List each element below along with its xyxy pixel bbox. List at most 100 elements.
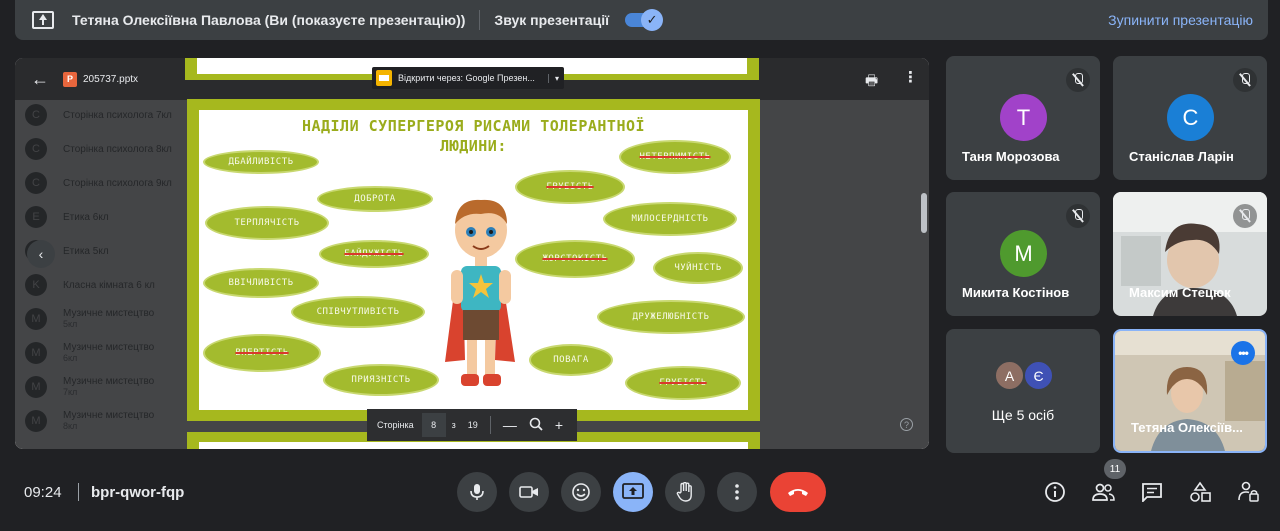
more-options-icon[interactable]: ⋮ xyxy=(903,68,918,86)
hero-arm-right xyxy=(499,270,511,304)
print-icon[interactable]: 🖶 xyxy=(865,70,878,94)
meet-window: Тетяна Олексіївна Павлова (Ви (показуєте… xyxy=(0,0,1280,531)
mic-off-icon xyxy=(1066,68,1090,92)
trait-label: ТЕРПЛЯЧІСТЬ xyxy=(234,218,300,228)
trait-bubble: СПІВЧУТЛИВІСТЬ xyxy=(291,296,425,328)
leave-call-button[interactable] xyxy=(770,472,826,512)
trait-label: ГРУБІСТЬ xyxy=(546,182,594,192)
more-avatars: A Є xyxy=(994,360,1054,391)
mic-off-icon xyxy=(1233,68,1257,92)
file-name: 205737.pptx xyxy=(83,73,139,85)
avatar: С xyxy=(1167,94,1214,141)
mic-off-icon xyxy=(1233,204,1257,228)
zoom-in-icon[interactable]: + xyxy=(555,417,563,433)
participant-name: Тетяна Олексіїв... xyxy=(1131,420,1243,435)
presentation-sound-label: Звук презентації xyxy=(494,12,610,28)
trait-label: ГРУБІСТЬ xyxy=(659,378,707,388)
trait-bubble: ЧУЙНІСТЬ xyxy=(653,252,743,284)
stop-presenting-button[interactable]: Зупинити презентацію xyxy=(1108,12,1253,28)
shapes-icon xyxy=(1190,481,1211,502)
trait-label: МИЛОСЕРДНІСТЬ xyxy=(631,214,709,224)
emoji-button[interactable] xyxy=(561,472,601,512)
meeting-details-button[interactable] xyxy=(1040,477,1070,507)
trait-bubble: ВВІЧЛИВІСТЬ xyxy=(203,268,319,298)
trait-label: ЖОРСТОКІСТЬ xyxy=(542,254,608,264)
hero-leg-left xyxy=(467,340,477,378)
meeting-code: bpr-qwor-fqp xyxy=(91,484,185,501)
microphone-icon xyxy=(470,484,484,500)
bottom-divider xyxy=(78,483,79,501)
host-controls-button[interactable] xyxy=(1234,477,1264,507)
participant-name: Микита Костінов xyxy=(962,285,1070,300)
trait-label: ДРУЖЕЛЮБНІСТЬ xyxy=(632,312,710,322)
trait-label: ЧУЙНІСТЬ xyxy=(674,263,722,273)
pager-divider xyxy=(489,416,491,434)
bottom-bar: 09:24 bpr-qwor-fqp 11 xyxy=(0,455,1280,531)
presentation-sound-toggle[interactable]: ✓ xyxy=(625,9,664,31)
mic-off-icon xyxy=(1066,204,1090,228)
participant-name: Станіслав Ларін xyxy=(1129,149,1234,164)
current-slide: НАДІЛИ СУПЕРГЕРОЯ РИСАМИ ТОЛЕРАНТНОЇ ЛЮД… xyxy=(187,99,760,421)
trait-label: ПРИЯЗНІСТЬ xyxy=(351,375,411,385)
trait-bubble: ДБАЙЛИВІСТЬ xyxy=(203,150,319,174)
hero-leg-right xyxy=(485,340,495,378)
microphone-button[interactable] xyxy=(457,472,497,512)
participant-tile[interactable]: С Станіслав Ларін xyxy=(1113,56,1267,180)
help-icon[interactable]: ? xyxy=(900,418,913,431)
more-participants-tile[interactable]: A Є Ще 5 осіб xyxy=(946,329,1100,453)
banner-divider xyxy=(479,10,481,30)
open-with-button[interactable]: Відкрити через: Google Презен... ▾ xyxy=(372,67,564,89)
page-controls: Сторінка 8 з 19 — + xyxy=(367,409,577,441)
back-arrow-icon[interactable]: ← xyxy=(31,69,49,90)
trait-label: ВВІЧЛИВІСТЬ xyxy=(228,278,294,288)
participant-tile[interactable]: T Таня Морозова xyxy=(946,56,1100,180)
present-now-button[interactable] xyxy=(613,472,653,512)
info-icon xyxy=(1045,482,1065,502)
hero-pupil-right xyxy=(489,230,493,234)
trait-bubble: ПОВАГА xyxy=(529,344,613,376)
presentation-stage: CСторінка психолога 7клCСторінка психоло… xyxy=(15,58,929,449)
participant-name: Таня Морозова xyxy=(962,149,1060,164)
page-total: 19 xyxy=(467,420,478,430)
trait-label: СПІВЧУТЛИВІСТЬ xyxy=(316,307,400,317)
check-icon: ✓ xyxy=(641,9,664,31)
participants-button[interactable] xyxy=(1088,477,1118,507)
raise-hand-button[interactable] xyxy=(665,472,705,512)
hero-boot-right xyxy=(483,374,501,386)
participants-count-badge: 11 xyxy=(1104,459,1126,479)
hero-arm-left xyxy=(451,270,463,304)
camera-button[interactable] xyxy=(509,472,549,512)
presenting-title: Тетяна Олексіївна Павлова (Ви (показуєте… xyxy=(72,12,466,28)
trait-bubble: ВПЕРТІСТЬ xyxy=(203,334,321,372)
zoom-out-icon[interactable]: — xyxy=(503,417,517,433)
scrollbar-thumb[interactable] xyxy=(921,193,927,233)
chevron-down-icon[interactable]: ▾ xyxy=(547,73,559,83)
avatar: Є xyxy=(1023,360,1054,391)
self-tile[interactable]: ••• Тетяна Олексіїв... xyxy=(1113,329,1267,453)
people-icon xyxy=(1092,483,1115,501)
activities-button[interactable] xyxy=(1185,477,1215,507)
chat-button[interactable] xyxy=(1137,477,1167,507)
more-options-button[interactable]: ••• xyxy=(1231,341,1255,365)
slide-title-line-1: НАДІЛИ СУПЕРГЕРОЯ РИСАМИ ТОЛЕРАНТНОЇ xyxy=(301,117,646,135)
participant-tile[interactable]: Максим Стецюк xyxy=(1113,192,1267,316)
more-vert-icon xyxy=(735,484,739,500)
trait-bubble: ДОБРОТА xyxy=(317,186,433,212)
more-participants-label: Ще 5 осіб xyxy=(991,407,1055,423)
trait-label: ВПЕРТІСТЬ xyxy=(235,348,289,358)
chevron-left-icon[interactable]: ‹ xyxy=(27,240,55,268)
avatar: T xyxy=(1000,94,1047,141)
page-number-input[interactable]: 8 xyxy=(421,413,446,437)
participant-name: Максим Стецюк xyxy=(1129,285,1231,300)
zoom-icon[interactable] xyxy=(529,417,543,434)
more-options-button[interactable] xyxy=(717,472,757,512)
camera-icon xyxy=(519,486,538,498)
hero-shorts xyxy=(463,310,499,340)
trait-label: ДОБРОТА xyxy=(354,194,396,204)
trait-label: НЕТЕРПИМІСТЬ xyxy=(639,152,711,162)
google-slides-icon xyxy=(376,70,392,86)
participant-tile[interactable]: M Микита Костінов xyxy=(946,192,1100,316)
trait-bubble: ГРУБІСТЬ xyxy=(625,366,741,400)
trait-bubble: ЖОРСТОКІСТЬ xyxy=(515,240,635,278)
presenting-banner: Тетяна Олексіївна Павлова (Ви (показуєте… xyxy=(15,0,1268,40)
